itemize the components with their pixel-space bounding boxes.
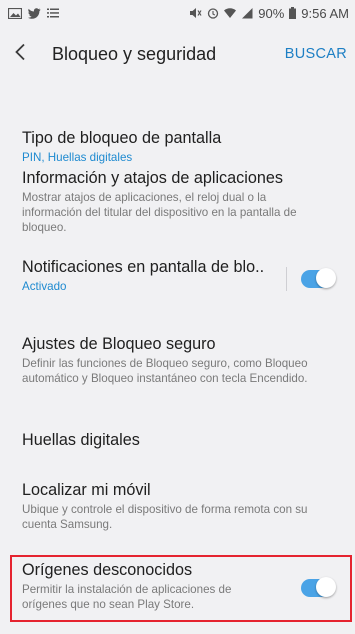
setting-subtitle: Definir las funciones de Bloqueo seguro,… bbox=[22, 357, 308, 385]
app-bar: Bloqueo y seguridad BUSCAR bbox=[0, 26, 355, 82]
battery-percent: 90% bbox=[258, 5, 285, 21]
toggle-knob bbox=[316, 268, 336, 288]
setting-secure-lock[interactable]: Ajustes de Bloqueo seguro Definir las fu… bbox=[0, 334, 355, 386]
setting-title: Ajustes de Bloqueo seguro bbox=[22, 335, 216, 353]
setting-info-app-shortcuts[interactable]: Información y atajos de aplicaciones Mos… bbox=[0, 168, 355, 235]
setting-title: Información y atajos de aplicaciones bbox=[22, 169, 283, 187]
setting-title: Huellas digitales bbox=[22, 431, 140, 449]
clock: 9:56 AM bbox=[301, 5, 349, 21]
toggle-container bbox=[286, 267, 336, 291]
highlight-box bbox=[10, 555, 352, 622]
setting-lock-screen-notifications[interactable]: Notificaciones en pantalla de blo.. Acti… bbox=[0, 257, 355, 301]
divider bbox=[286, 267, 287, 291]
mute-icon bbox=[189, 7, 202, 19]
setting-title: Localizar mi móvil bbox=[22, 481, 151, 499]
twitter-notification-icon bbox=[28, 7, 41, 19]
setting-subtitle: Ubique y controle el dispositivo de form… bbox=[22, 503, 308, 531]
search-button[interactable]: BUSCAR bbox=[285, 46, 347, 62]
back-button[interactable] bbox=[14, 34, 42, 74]
gallery-notification-icon bbox=[8, 7, 22, 19]
setting-subtitle: Mostrar atajos de aplicaciones, el reloj… bbox=[22, 191, 297, 234]
battery-icon bbox=[289, 7, 297, 19]
chevron-left-icon bbox=[14, 43, 26, 66]
setting-subtitle: PIN, Huellas digitales bbox=[22, 151, 133, 164]
status-bar: 90% 9:56 AM bbox=[0, 0, 355, 26]
setting-screen-lock-type[interactable]: Tipo de bloqueo de pantalla PIN, Huellas… bbox=[0, 128, 355, 165]
page-title: Bloqueo y seguridad bbox=[52, 43, 217, 64]
setting-find-my-mobile[interactable]: Localizar mi móvil Ubique y controle el … bbox=[0, 480, 355, 532]
menu-notification-icon bbox=[47, 8, 59, 18]
setting-title: Tipo de bloqueo de pantalla bbox=[22, 129, 222, 147]
wifi-icon bbox=[224, 7, 237, 19]
alarm-icon bbox=[207, 7, 219, 19]
notifications-toggle[interactable] bbox=[301, 268, 336, 288]
setting-fingerprints[interactable]: Huellas digitales bbox=[0, 430, 355, 450]
signal-icon bbox=[241, 7, 253, 19]
